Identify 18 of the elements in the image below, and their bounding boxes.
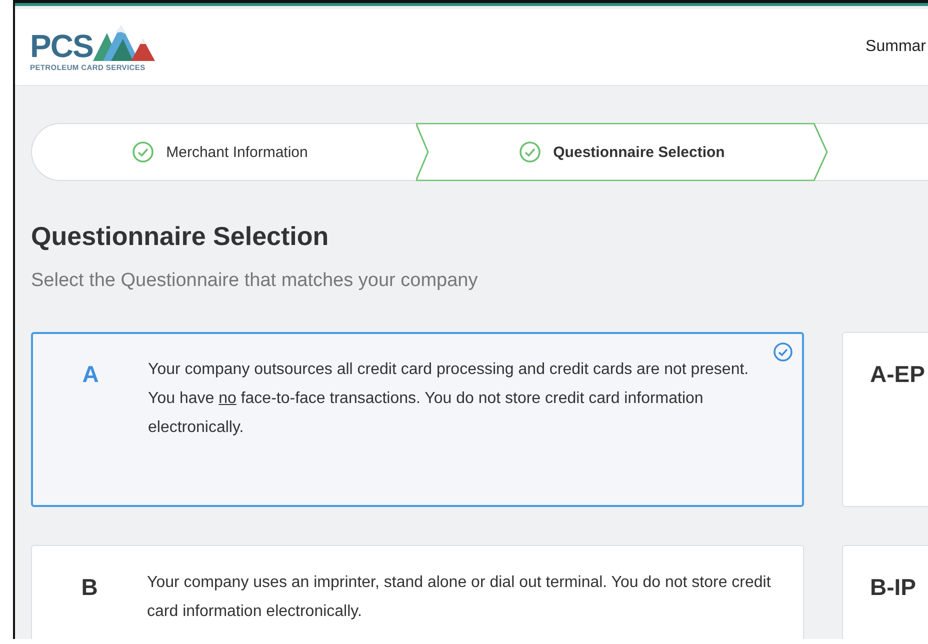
card-letter: B-IP [869, 574, 916, 601]
card-letter: A-EP [869, 361, 925, 388]
page-subheading: Select the Questionnaire that matches your company [31, 270, 479, 292]
summary-link[interactable]: Summar [866, 38, 926, 56]
card-description: Your company uses an imprinter, stand alone or dial out terminal. You do not store credit card information electronically. [147, 573, 772, 622]
logo-text: PCS [30, 30, 93, 60]
mountains-icon [92, 22, 155, 60]
step-tab[interactable]: Questionnaire Selection [416, 123, 828, 181]
questionnaire-card[interactable]: B Your company uses an imprinter, stand alone or dial out terminal. You do not store credit card information electronically. [31, 545, 804, 639]
questionnaire-card[interactable]: A Your company outsources all credit card processing and credit cards are not present. You have no face-to-face transactions. You do not store credit card information electronically. [31, 332, 804, 507]
questionnaire-card[interactable]: B-IP [842, 545, 928, 639]
step-tab[interactable]: Merchant Information [32, 123, 416, 181]
card-letter: B [80, 574, 99, 601]
check-circle-icon [773, 342, 793, 362]
card-description: Your company outsources all credit card processing and credit cards are not present. You have no face-to-face transactions. You do not store credit card information electronically. [148, 360, 750, 438]
questionnaire-card[interactable]: A-EP [842, 332, 928, 507]
card-letter: A [81, 361, 100, 388]
page-heading: Questionnaire Selection [31, 221, 330, 252]
